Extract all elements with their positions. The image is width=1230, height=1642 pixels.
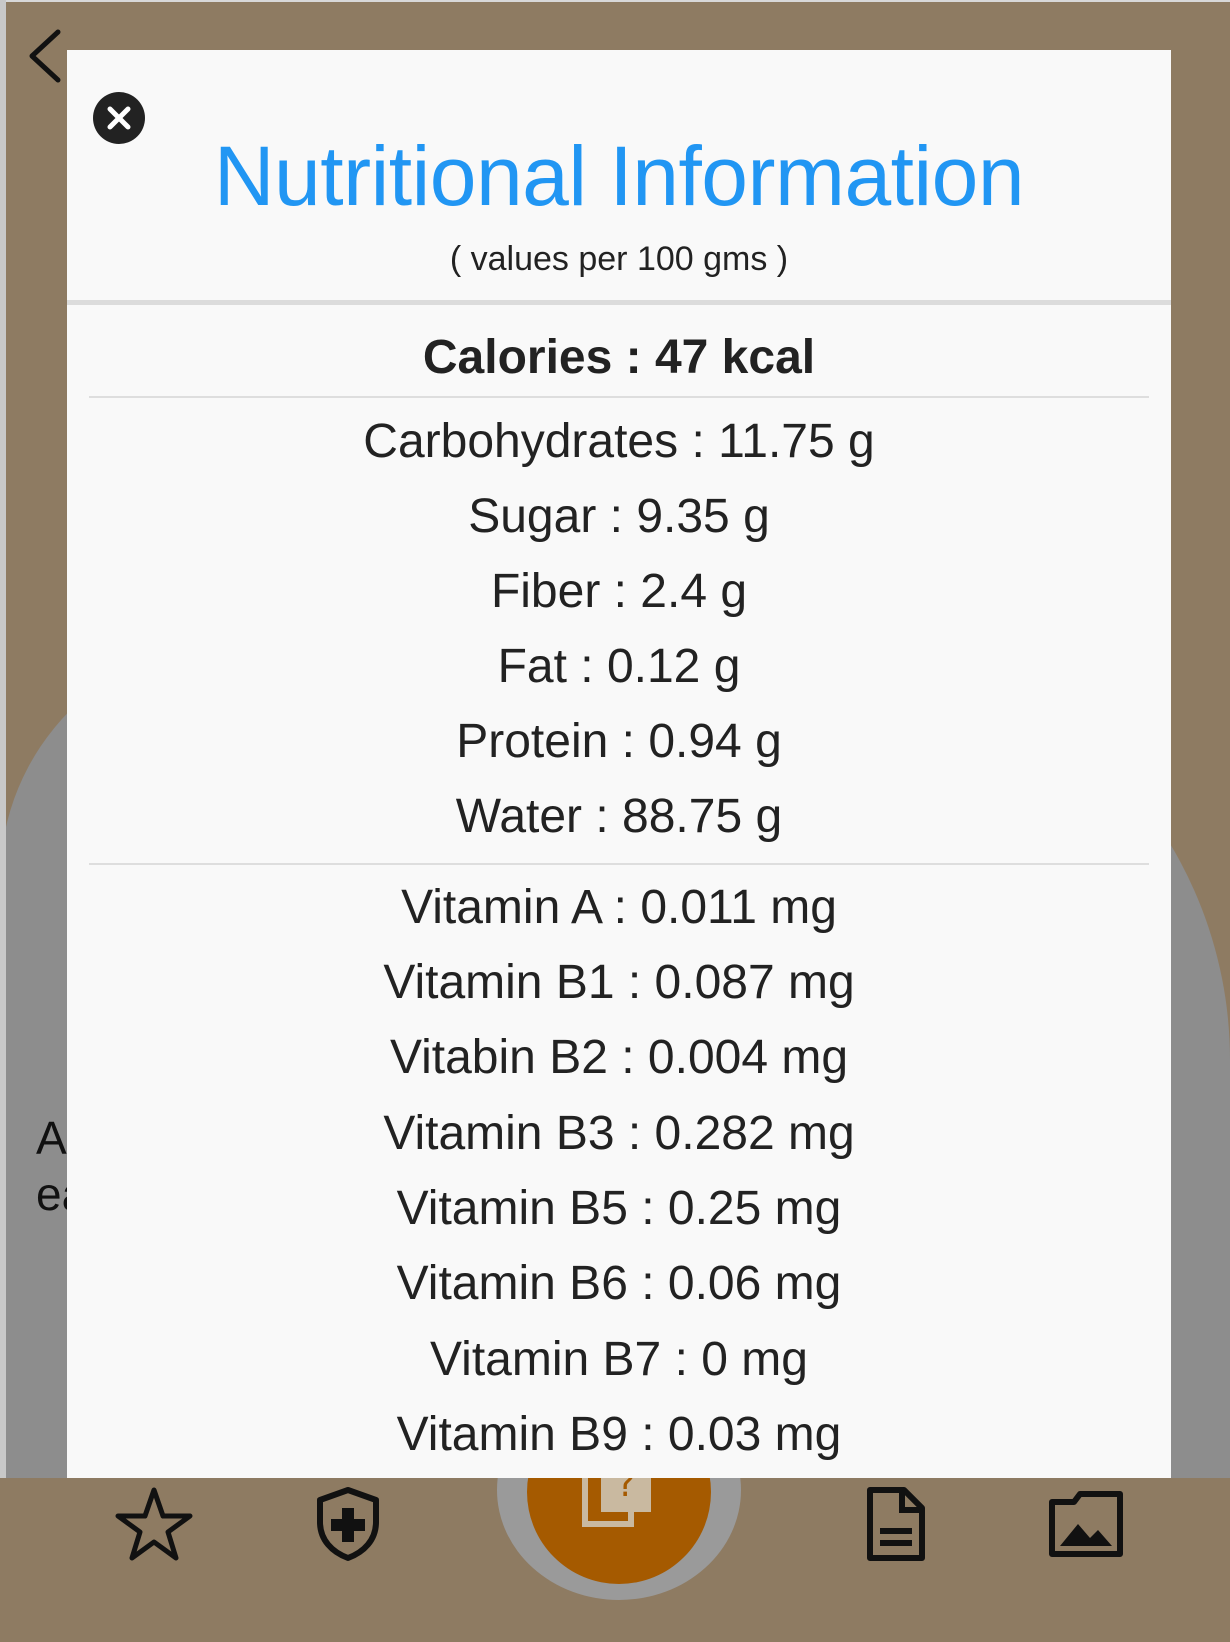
- photo-icon: [1049, 1491, 1123, 1557]
- macro-row: Sugar : 9.35 g: [468, 490, 770, 543]
- calories-value: Calories : 47 kcal: [422, 331, 816, 384]
- macro-row: Protein : 0.94 g: [456, 715, 782, 768]
- macro-row: Water : 88.75 g: [455, 790, 783, 843]
- vitamin-row: Vitamin B6 : 0.06 mg: [396, 1257, 842, 1310]
- dialog-title: Nutritional Information: [213, 129, 1025, 223]
- macro-row: Carbohydrates : 11.75 g: [363, 415, 875, 468]
- macro-row: Fiber : 2.4 g: [490, 565, 748, 618]
- dialog-subtitle: ( values per 100 gms ): [449, 240, 789, 278]
- macro-row: Fat : 0.12 g: [497, 640, 741, 693]
- vitamin-row: Vitamin B9 : 0.03 mg: [396, 1408, 842, 1461]
- vitamin-row: Vitamin B5 : 0.25 mg: [396, 1182, 842, 1235]
- vitamin-row: Vitamin B1 : 0.087 mg: [383, 956, 855, 1009]
- shield-plus-icon: [317, 1487, 379, 1561]
- notes-nav-button[interactable]: [856, 1484, 936, 1564]
- vitamin-row: Vitamin A : 0.011 mg: [401, 881, 837, 934]
- vitamin-row: Vitabin B2 : 0.004 mg: [389, 1031, 849, 1084]
- vitamin-row: Vitamin B3 : 0.282 mg: [383, 1107, 855, 1160]
- chevron-left-icon: [29, 29, 61, 83]
- nutrition-dialog: Nutritional Information ( values per 100…: [67, 50, 1171, 1478]
- status-strip: [0, 0, 1230, 2]
- back-button[interactable]: [22, 26, 70, 86]
- gallery-nav-button[interactable]: [1046, 1484, 1126, 1564]
- vitamin-row: Vitamin B7 : 0 mg: [430, 1333, 808, 1386]
- health-nav-button[interactable]: [308, 1484, 388, 1564]
- macros-divider: [89, 863, 1149, 865]
- favorites-nav-button[interactable]: [114, 1484, 194, 1564]
- header-divider: [67, 300, 1171, 305]
- document-icon: [867, 1487, 925, 1561]
- edge-strip: [0, 0, 6, 1642]
- star-icon: [115, 1487, 193, 1561]
- calories-divider: [89, 396, 1149, 398]
